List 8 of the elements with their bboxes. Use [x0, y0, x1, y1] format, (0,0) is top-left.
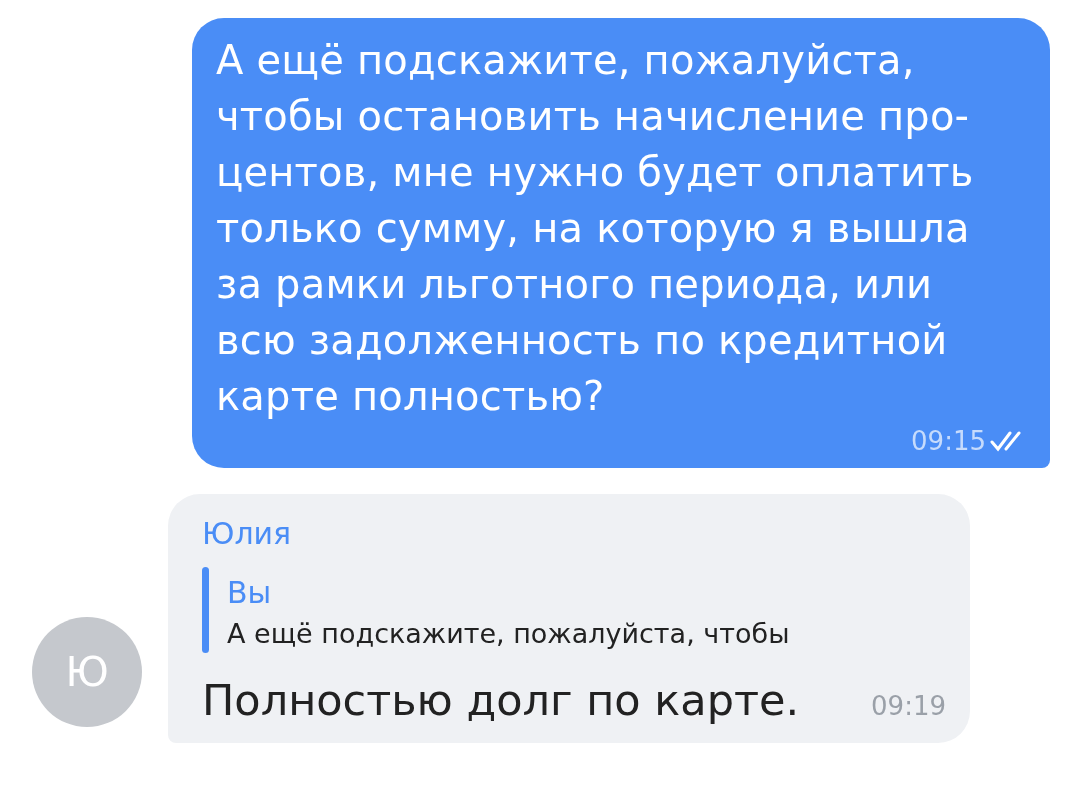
message-text: Полностью долг по карте. [202, 675, 800, 725]
quote-author: Вы [227, 575, 273, 610]
message-time: 09:15 [911, 426, 986, 456]
sender-name: Юлия [202, 516, 292, 551]
reply-quote[interactable]: Вы А ещё подскажите, пожалуйста, чтобы [202, 567, 946, 653]
message-time: 09:19 [871, 691, 946, 721]
message-text: А ещё подскажите, пожалуйста, чтобы остановить начисление про- центов, мне нужно будет оплатить только сумму, на которую я вышла за рамки льготного периода, или всю задолженность по кредитной карте полностью? [216, 36, 975, 421]
quote-text: А ещё подскажите, пожалуйста, чтобы [227, 618, 790, 649]
